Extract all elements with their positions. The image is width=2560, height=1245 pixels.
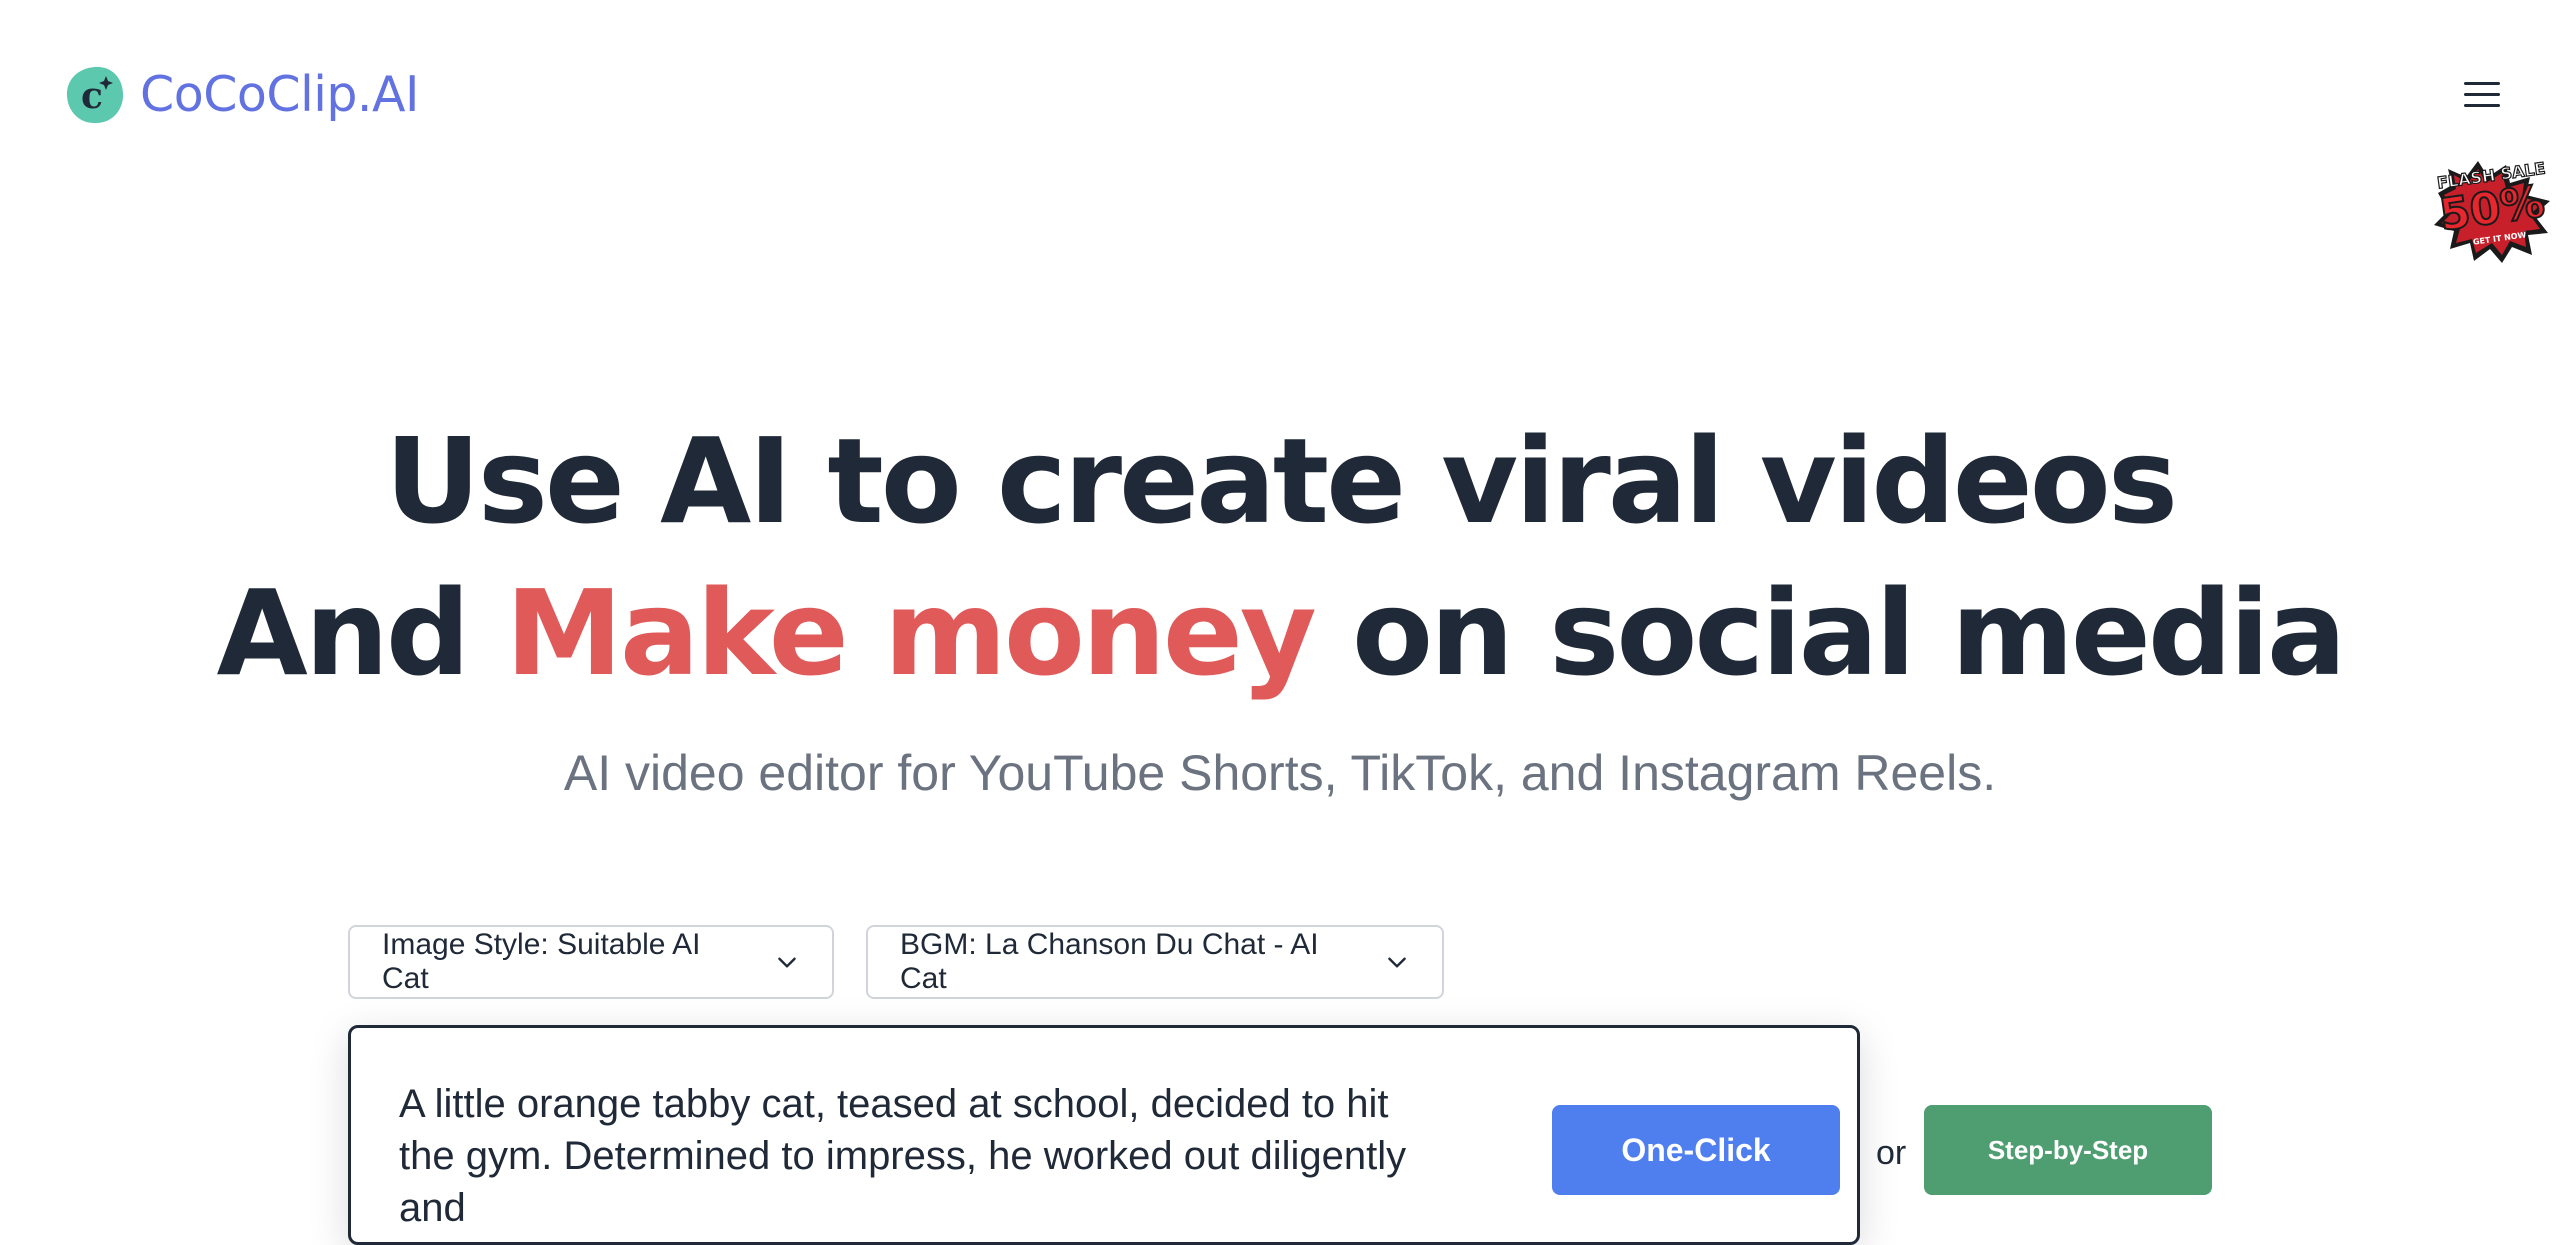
story-prompt-input[interactable]: A little orange tabby cat, teased at sch… — [399, 1078, 1449, 1238]
hero-title-accent: Make money — [505, 564, 1316, 702]
flash-sale-badge[interactable]: FLASH SALE 50% GET IT NOW — [2430, 155, 2555, 265]
hero-title-line2-after: on social media — [1351, 564, 2347, 702]
chevron-down-icon — [1388, 957, 1406, 968]
image-style-dropdown[interactable]: Image Style: Suitable AI Cat — [348, 925, 834, 999]
hero-subtitle: AI video editor for YouTube Shorts, TikT… — [563, 745, 1997, 801]
step-by-step-button[interactable]: Step-by-Step — [1924, 1105, 2212, 1195]
site-header: c CoCoClip.AI FLASH SALE 50% GET IT NOW — [0, 0, 2560, 263]
hamburger-menu-icon[interactable] — [2462, 78, 2502, 112]
bgm-label: BGM: La Chanson Du Chat - AI Cat — [900, 928, 1319, 995]
hero-title-line1: Use AI to create viral videos — [384, 412, 2178, 550]
image-style-label: Image Style: Suitable AI Cat — [382, 928, 701, 995]
chevron-down-icon — [778, 957, 796, 968]
hero-title-line2: And Make money on social media — [0, 557, 2560, 709]
logo-mark-icon: c — [66, 66, 124, 124]
one-click-button[interactable]: One-Click — [1552, 1105, 1840, 1195]
hero-title-line2-before: And — [216, 564, 471, 702]
or-separator: or — [1876, 1134, 1907, 1172]
logo-mark-letter: c — [81, 75, 103, 117]
logo-text: CoCoClip.AI — [140, 66, 419, 123]
site-logo[interactable]: c CoCoClip.AI — [64, 64, 419, 126]
hero-title: Use AI to create viral videos And Make m… — [0, 405, 2560, 709]
bgm-dropdown[interactable]: BGM: La Chanson Du Chat - AI Cat — [866, 925, 1444, 999]
